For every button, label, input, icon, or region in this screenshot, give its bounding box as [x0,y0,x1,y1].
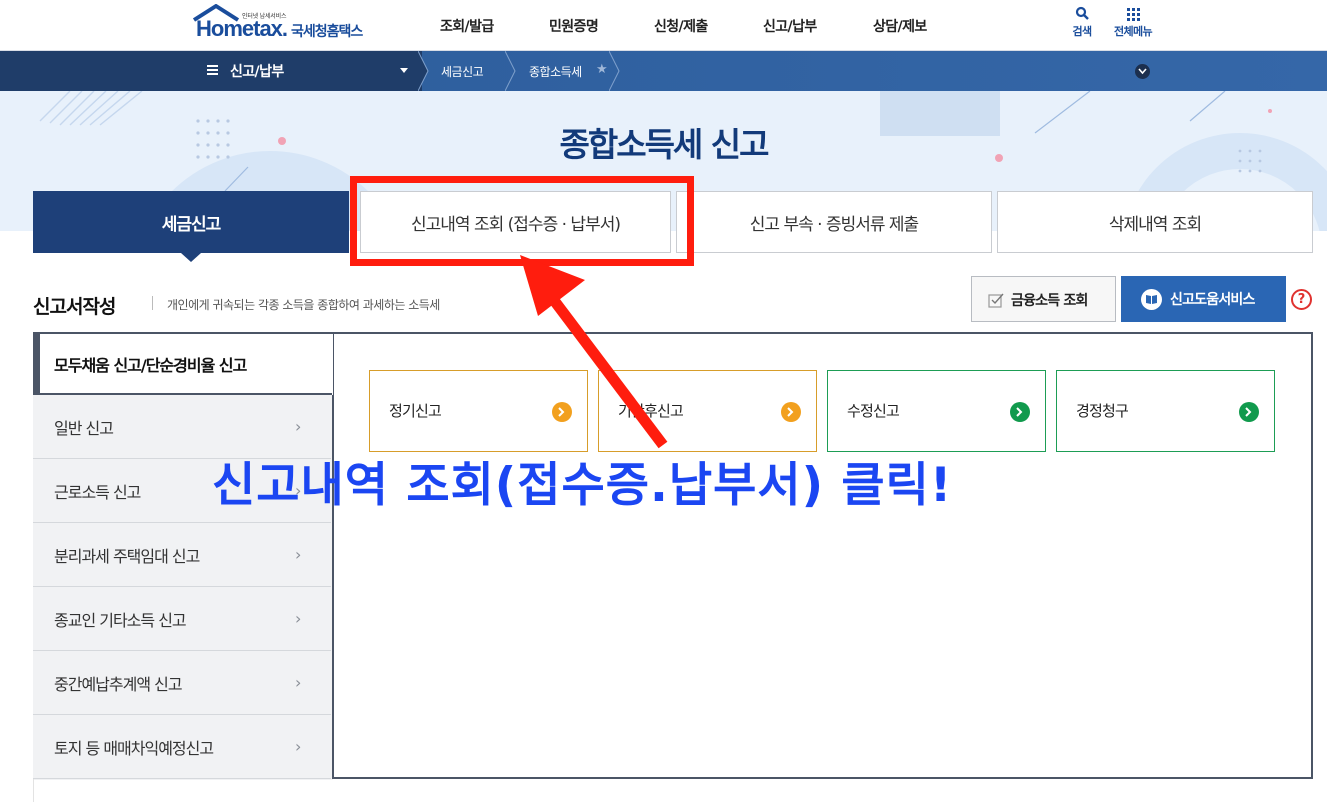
section-divider [152,296,153,310]
card-label: 정기신고 [389,402,442,420]
chevron-right-icon: › [295,417,301,436]
site-header: 인터넷 납세서비스 Hometax. 국세청홈택스 조회/발급 민원증명 신청/… [0,0,1327,51]
arrow-circle-icon [552,402,572,422]
chevron-down-icon [1138,68,1147,75]
search-icon [1075,6,1089,20]
sidebar-item-label: 근로소득 신고 [54,483,141,502]
arrow-circle-icon [1239,402,1259,422]
search-label: 검색 [1072,25,1092,38]
card-late-report[interactable]: 기한후신고 [598,370,817,452]
financial-income-label: 금융소득 조회 [1011,293,1088,309]
card-correction-claim[interactable]: 경정청구 [1056,370,1275,452]
tab-attachment-submit[interactable]: 신고 부속 · 증빙서류 제출 [676,191,992,253]
help-question-icon[interactable]: ? [1291,289,1312,310]
help-service-button[interactable]: 신고도움서비스 [1121,276,1286,322]
sidebar-item-land-sale[interactable]: 토지 등 매매차익예정신고 › [33,715,331,779]
sidebar-item-religious[interactable]: 종교인 기타소득 신고 › [33,587,331,651]
card-label: 수정신고 [847,402,900,420]
card-label: 경정청구 [1076,402,1129,420]
breadcrumb-separator-icon [609,51,620,91]
breadcrumb-separator-icon [418,51,429,91]
sidebar-item-prefilled-simple[interactable]: 모두채움 신고/단순경비율 신고 [33,332,333,395]
all-menu-button[interactable]: 전체메뉴 [1110,6,1156,39]
active-tab-pointer [181,253,201,262]
book-icon [1141,289,1162,310]
expand-button[interactable] [1135,64,1150,79]
caret-down-icon [400,68,408,73]
nav-civil-certificate[interactable]: 민원증명 [549,16,599,36]
card-regular-report[interactable]: 정기신고 [369,370,588,452]
sidebar-item-label: 중간예납추계액 신고 [54,675,183,694]
chevron-right-icon: › [295,609,301,628]
grid-menu-icon [1127,8,1140,21]
arrow-circle-icon [781,402,801,422]
chevron-right-icon: › [295,481,301,500]
arrow-circle-icon [1010,402,1030,422]
breadcrumb-item-income-tax[interactable]: 종합소득세 [529,63,582,80]
nav-consult-report[interactable]: 상담/제보 [873,16,927,36]
all-menu-label: 전체메뉴 [1113,25,1153,38]
sidebar-item-general[interactable]: 일반 신고 › [33,395,331,459]
section-title: 신고서작성 [33,296,116,318]
page-title: 종합소득세 신고 [559,125,769,164]
favorite-star-icon[interactable]: ★ [596,62,608,77]
nav-inquiry-issue[interactable]: 조회/발급 [440,16,494,36]
breadcrumb-item-tax-report[interactable]: 세금신고 [441,63,484,80]
sidebar-item-label: 분리과세 주택임대 신고 [54,547,200,566]
sidebar-item-label: 모두채움 신고/단순경비율 신고 [54,356,247,375]
logo-brand: Hometax. [196,16,288,41]
section-description: 개인에게 귀속되는 각종 소득을 종합하여 과세하는 소득세 [167,298,440,312]
chevron-right-icon: › [295,673,301,692]
tab-deletion-history[interactable]: 삭제내역 조회 [997,191,1313,253]
financial-income-button[interactable]: 금융소득 조회 [971,276,1116,322]
breadcrumb-separator-icon [505,51,516,91]
tab-report-history[interactable]: 신고내역 조회 (접수증 · 납부서) [360,191,671,253]
sidebar-item-label: 일반 신고 [54,419,114,438]
sidebar-item-earned-income[interactable]: 근로소득 신고 › [33,459,331,523]
nav-report-payment[interactable]: 신고/납부 [763,16,817,36]
sidebar-item-interim-prepayment[interactable]: 중간예납추계액 신고 › [33,651,331,715]
sidebar-item-label: 종교인 기타소득 신고 [54,611,187,630]
menu-category-label: 신고/납부 [230,64,284,80]
card-label: 기한후신고 [618,402,684,420]
nav-application-submit[interactable]: 신청/제출 [654,16,708,36]
tab-tax-report[interactable]: 세금신고 [33,191,349,253]
logo-brand-korean: 국세청홈택스 [291,24,363,40]
menu-category-select[interactable]: 신고/납부 [194,51,422,91]
search-button[interactable]: 검색 [1068,6,1096,39]
sidebar-item-housing-rental[interactable]: 분리과세 주택임대 신고 › [33,523,331,587]
help-service-label: 신고도움서비스 [1170,292,1255,308]
chevron-right-icon: › [295,737,301,756]
sidebar-item-label: 토지 등 매매차익예정신고 [54,739,214,758]
card-amended-report[interactable]: 수정신고 [827,370,1046,452]
chevron-right-icon: › [295,545,301,564]
hamburger-icon [207,65,218,77]
checkbox-edit-icon [988,293,1004,308]
breadcrumb-bar: 신고/납부 세금신고 종합소득세 ★ [0,51,1327,91]
hometax-logo[interactable]: 인터넷 납세서비스 Hometax. 국세청홈택스 [192,4,377,46]
